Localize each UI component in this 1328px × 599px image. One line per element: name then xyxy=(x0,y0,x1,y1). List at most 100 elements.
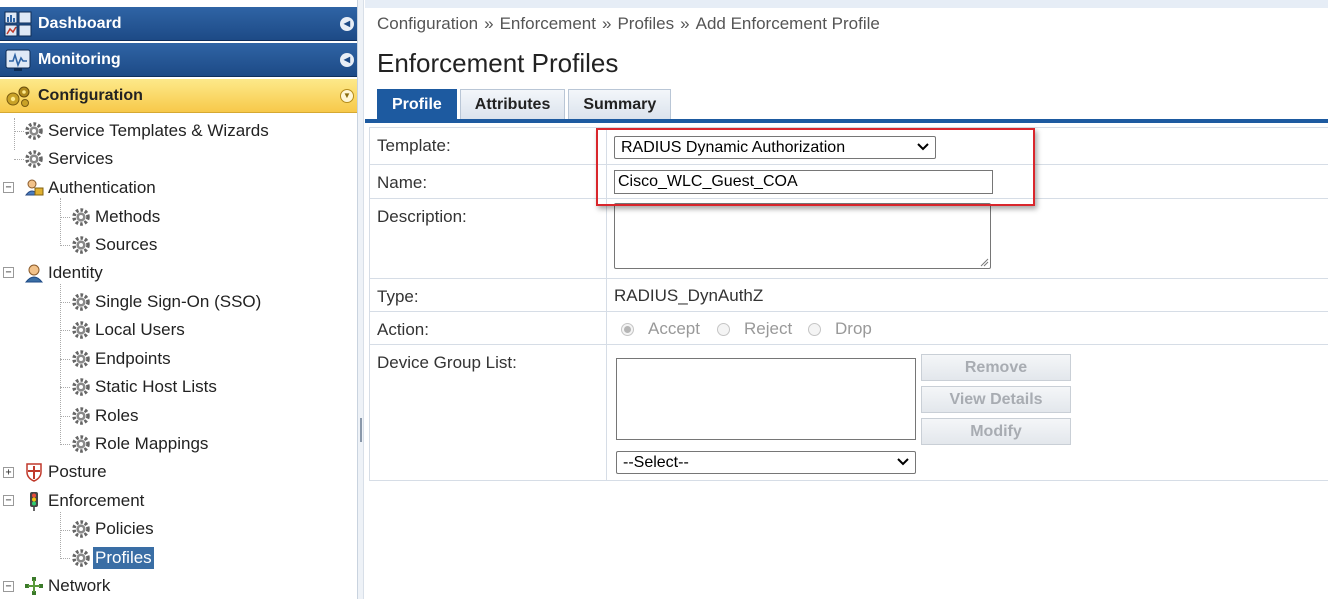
action-label: Action: xyxy=(370,312,607,344)
tree-line xyxy=(60,245,70,246)
device-group-value-cell: --Select-- Remove View Details Modify xyxy=(614,345,1328,480)
type-row: Type: RADIUS_DynAuthZ xyxy=(370,279,1328,312)
sidebar-item-identity[interactable]: Identity xyxy=(24,261,105,285)
radio-reject-label: Reject xyxy=(744,319,793,338)
type-value-cell: RADIUS_DynAuthZ xyxy=(614,279,1328,311)
identity-icon xyxy=(24,264,44,283)
gear-icon xyxy=(72,549,90,567)
resize-grip-icon[interactable] xyxy=(980,258,989,267)
tab-underline xyxy=(365,119,1328,123)
breadcrumb-current: Add Enforcement Profile xyxy=(695,14,880,33)
sidebar-item-label: Posture xyxy=(48,462,107,481)
sidebar-item-posture[interactable]: Posture xyxy=(24,460,109,484)
configuration-icon xyxy=(6,86,30,107)
chevron-down-icon xyxy=(897,458,909,466)
collapse-enforcement-button[interactable]: − xyxy=(3,495,14,506)
sidebar-item-profiles[interactable]: Profiles xyxy=(71,546,154,570)
template-row: Template: RADIUS Dynamic Authorization xyxy=(370,128,1328,165)
modify-button[interactable]: Modify xyxy=(921,418,1071,445)
gear-icon xyxy=(72,520,90,538)
nav-section-monitoring[interactable]: Monitoring ◀ xyxy=(0,43,357,77)
radio-accept-label: Accept xyxy=(648,319,700,338)
collapse-authentication-button[interactable]: − xyxy=(3,182,14,193)
collapse-identity-button[interactable]: − xyxy=(3,267,14,278)
template-value-cell: RADIUS Dynamic Authorization xyxy=(614,128,1328,164)
radio-reject[interactable] xyxy=(717,322,730,336)
tree-line xyxy=(60,512,61,559)
sidebar-item-role-mappings[interactable]: Role Mappings xyxy=(71,432,210,456)
sidebar-item-policies[interactable]: Policies xyxy=(71,517,156,541)
enforcement-icon xyxy=(30,492,38,511)
tab-bar: Profile Attributes Summary xyxy=(377,89,674,119)
sidebar-item-label: Network xyxy=(48,576,111,595)
monitoring-icon xyxy=(5,49,31,71)
action-accept-option[interactable]: Accept xyxy=(621,319,700,339)
gear-icon xyxy=(72,407,90,425)
sidebar-item-local-users[interactable]: Local Users xyxy=(71,318,187,342)
gear-icon xyxy=(25,150,43,168)
template-select[interactable]: RADIUS Dynamic Authorization xyxy=(614,136,936,159)
authentication-icon xyxy=(24,179,44,196)
tree-line xyxy=(60,330,70,331)
collapse-network-button[interactable]: − xyxy=(3,581,14,592)
tab-summary[interactable]: Summary xyxy=(568,89,672,119)
sidebar-item-label: Single Sign-On (SSO) xyxy=(95,292,262,311)
sidebar-item-static-host-lists[interactable]: Static Host Lists xyxy=(71,375,219,399)
collapse-toggle-icon[interactable]: ◀ xyxy=(340,53,354,67)
gear-icon xyxy=(72,378,90,396)
radio-drop[interactable] xyxy=(808,322,821,336)
sidebar-item-label: Static Host Lists xyxy=(95,377,217,396)
tree-line xyxy=(60,284,61,445)
sidebar-item-services[interactable]: Services xyxy=(24,147,115,171)
sidebar-splitter[interactable] xyxy=(358,0,364,599)
action-row: Action: Accept Reject Drop xyxy=(370,312,1328,345)
tree-line xyxy=(14,131,24,132)
main-content: Configuration » Enforcement » Profiles » Add E… xyxy=(365,0,1328,599)
gear-icon xyxy=(72,321,90,339)
splitter-grip-icon[interactable] xyxy=(360,418,362,442)
posture-icon xyxy=(26,463,42,482)
sidebar-item-methods[interactable]: Methods xyxy=(71,205,162,229)
sidebar-item-endpoints[interactable]: Endpoints xyxy=(71,347,173,371)
breadcrumb-separator: » xyxy=(680,14,690,33)
sidebar-item-label: Service Templates & Wizards xyxy=(48,121,269,140)
tree-line xyxy=(14,118,15,150)
sidebar-item-service-templates[interactable]: Service Templates & Wizards xyxy=(24,119,271,143)
sidebar-item-roles[interactable]: Roles xyxy=(71,404,140,428)
description-textarea[interactable] xyxy=(614,203,991,269)
expand-toggle-icon[interactable]: ▼ xyxy=(340,89,354,103)
sidebar-item-label: Authentication xyxy=(48,178,156,197)
device-group-select[interactable]: --Select-- xyxy=(616,451,916,474)
breadcrumb-configuration[interactable]: Configuration xyxy=(377,14,478,33)
radio-accept[interactable] xyxy=(621,322,634,336)
sidebar-item-label: Policies xyxy=(95,519,154,538)
name-input[interactable] xyxy=(614,170,993,194)
gear-icon xyxy=(72,350,90,368)
nav-section-configuration[interactable]: Configuration ▼ xyxy=(0,79,357,113)
nav-section-dashboard[interactable]: Dashboard ◀ xyxy=(0,7,357,41)
sidebar-item-sources[interactable]: Sources xyxy=(71,233,159,257)
sidebar-item-enforcement[interactable]: Enforcement xyxy=(24,489,146,513)
breadcrumb-enforcement[interactable]: Enforcement xyxy=(500,14,596,33)
breadcrumb-separator: » xyxy=(484,14,494,33)
tab-profile[interactable]: Profile xyxy=(377,89,457,119)
action-reject-option[interactable]: Reject xyxy=(717,319,792,339)
tree-line xyxy=(60,217,70,218)
sidebar-item-label: Services xyxy=(48,149,114,168)
sidebar-item-network[interactable]: Network xyxy=(24,574,112,598)
expand-posture-button[interactable]: + xyxy=(3,467,14,478)
network-icon xyxy=(25,577,43,595)
chevron-down-icon xyxy=(917,143,929,151)
template-label: Template: xyxy=(370,128,607,164)
device-group-listbox[interactable] xyxy=(616,358,916,440)
collapse-toggle-icon[interactable]: ◀ xyxy=(340,17,354,31)
tab-attributes[interactable]: Attributes xyxy=(459,89,566,119)
sidebar-item-sso[interactable]: Single Sign-On (SSO) xyxy=(71,290,263,314)
sidebar-item-label: Role Mappings xyxy=(95,434,209,453)
breadcrumb-profiles[interactable]: Profiles xyxy=(617,14,674,33)
remove-button[interactable]: Remove xyxy=(921,354,1071,381)
action-drop-option[interactable]: Drop xyxy=(808,319,872,339)
sidebar-item-authentication[interactable]: Authentication xyxy=(24,176,158,200)
view-details-button[interactable]: View Details xyxy=(921,386,1071,413)
nav-section-label: Monitoring xyxy=(38,50,121,68)
